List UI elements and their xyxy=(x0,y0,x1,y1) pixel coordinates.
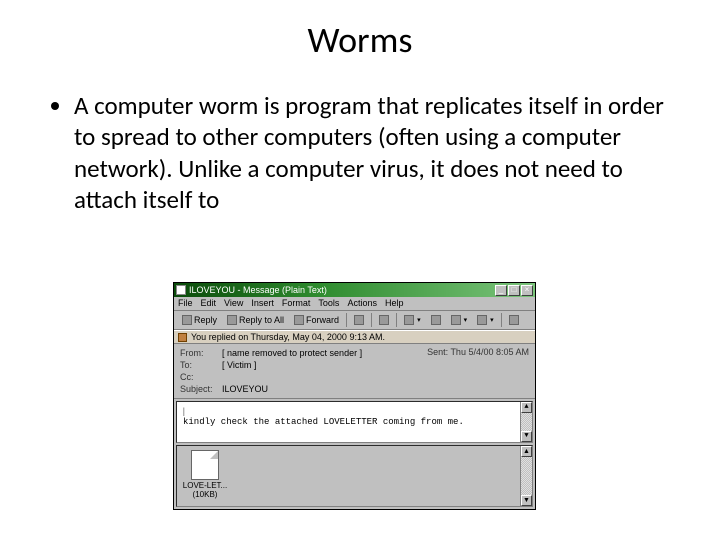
next-button[interactable]: ▾ xyxy=(473,313,498,327)
chevron-down-icon: ▾ xyxy=(417,316,421,324)
window-title: ILOVEYOU - Message (Plain Text) xyxy=(189,283,495,297)
info-bar-text: You replied on Thursday, May 04, 2000 9:… xyxy=(191,332,385,342)
scroll-up-button[interactable]: ▲ xyxy=(521,402,532,413)
attachment-size: (10KB) xyxy=(181,491,229,500)
menubar: File Edit View Insert Format Tools Actio… xyxy=(174,297,535,311)
menu-format[interactable]: Format xyxy=(282,298,311,308)
menu-tools[interactable]: Tools xyxy=(318,298,339,308)
reply-all-button[interactable]: Reply to All xyxy=(223,313,288,327)
delete-button[interactable] xyxy=(427,313,445,327)
toolbar-separator xyxy=(396,313,397,327)
toolbar-separator xyxy=(371,313,372,327)
attachment-pane: LOVE-LET... (10KB) ▲ ▼ xyxy=(176,445,533,507)
slide-title: Worms xyxy=(0,0,720,62)
menu-help[interactable]: Help xyxy=(385,298,404,308)
from-label: From: xyxy=(180,348,222,358)
help-icon xyxy=(509,315,519,325)
forward-button[interactable]: Forward xyxy=(290,313,343,327)
flag-icon xyxy=(379,315,389,325)
scroll-down-button[interactable]: ▼ xyxy=(521,431,532,442)
attachment-file-icon xyxy=(191,450,219,480)
flag-button[interactable] xyxy=(375,313,393,327)
info-icon xyxy=(178,333,187,342)
chevron-down-icon: ▾ xyxy=(464,316,468,324)
to-label: To: xyxy=(180,360,222,370)
maximize-button[interactable]: □ xyxy=(508,285,520,296)
print-button[interactable] xyxy=(350,313,368,327)
scroll-track[interactable] xyxy=(521,457,532,495)
toolbar-separator xyxy=(501,313,502,327)
toolbar-separator xyxy=(346,313,347,327)
cc-label: Cc: xyxy=(180,372,222,382)
slide-body: A computer worm is program that replicat… xyxy=(0,62,720,215)
reply-all-icon xyxy=(227,315,237,325)
sent-value: Thu 5/4/00 8:05 AM xyxy=(450,347,529,357)
close-button[interactable]: × xyxy=(521,285,533,296)
message-headers: From: [ name removed to protect sender ]… xyxy=(174,344,535,399)
forward-icon xyxy=(294,315,304,325)
mail-icon xyxy=(176,285,186,295)
subject-value: ILOVEYOU xyxy=(222,384,529,394)
move-button[interactable]: ▾ xyxy=(400,313,425,327)
from-value: [ name removed to protect sender ] xyxy=(222,348,427,358)
delete-icon xyxy=(431,315,441,325)
attachment-item[interactable]: LOVE-LET... (10KB) xyxy=(181,450,229,500)
email-window: ILOVEYOU - Message (Plain Text) _ □ × Fi… xyxy=(173,282,536,510)
cc-value xyxy=(222,372,529,382)
toolbar: Reply Reply to All Forward ▾ ▾ ▾ xyxy=(174,311,535,330)
reply-icon xyxy=(182,315,192,325)
sent-label: Sent: xyxy=(427,347,448,357)
reply-button[interactable]: Reply xyxy=(178,313,221,327)
print-icon xyxy=(354,315,364,325)
reply-info-bar: You replied on Thursday, May 04, 2000 9:… xyxy=(174,330,535,344)
menu-file[interactable]: File xyxy=(178,298,193,308)
arrow-up-icon xyxy=(451,315,461,325)
titlebar: ILOVEYOU - Message (Plain Text) _ □ × xyxy=(174,283,535,297)
folder-icon xyxy=(404,315,414,325)
minimize-button[interactable]: _ xyxy=(495,285,507,296)
body-text: kindly check the attached LOVELETTER com… xyxy=(183,417,464,427)
vertical-scrollbar[interactable]: ▲ ▼ xyxy=(520,446,532,506)
sent-block: Sent: Thu 5/4/00 8:05 AM xyxy=(427,347,529,359)
menu-edit[interactable]: Edit xyxy=(201,298,217,308)
arrow-down-icon xyxy=(477,315,487,325)
to-value: [ Victim ] xyxy=(222,360,529,370)
bullet-1: A computer worm is program that replicat… xyxy=(74,90,670,215)
scroll-down-button[interactable]: ▼ xyxy=(521,495,532,506)
menu-insert[interactable]: Insert xyxy=(251,298,274,308)
text-cursor: | xyxy=(183,406,185,416)
scroll-up-button[interactable]: ▲ xyxy=(521,446,532,457)
vertical-scrollbar[interactable]: ▲ ▼ xyxy=(520,402,532,442)
prev-button[interactable]: ▾ xyxy=(447,313,472,327)
menu-view[interactable]: View xyxy=(224,298,243,308)
scroll-track[interactable] xyxy=(521,413,532,431)
chevron-down-icon: ▾ xyxy=(490,316,494,324)
menu-actions[interactable]: Actions xyxy=(347,298,377,308)
message-body[interactable]: | kindly check the attached LOVELETTER c… xyxy=(176,401,533,443)
help-button[interactable] xyxy=(505,313,523,327)
subject-label: Subject: xyxy=(180,384,222,394)
